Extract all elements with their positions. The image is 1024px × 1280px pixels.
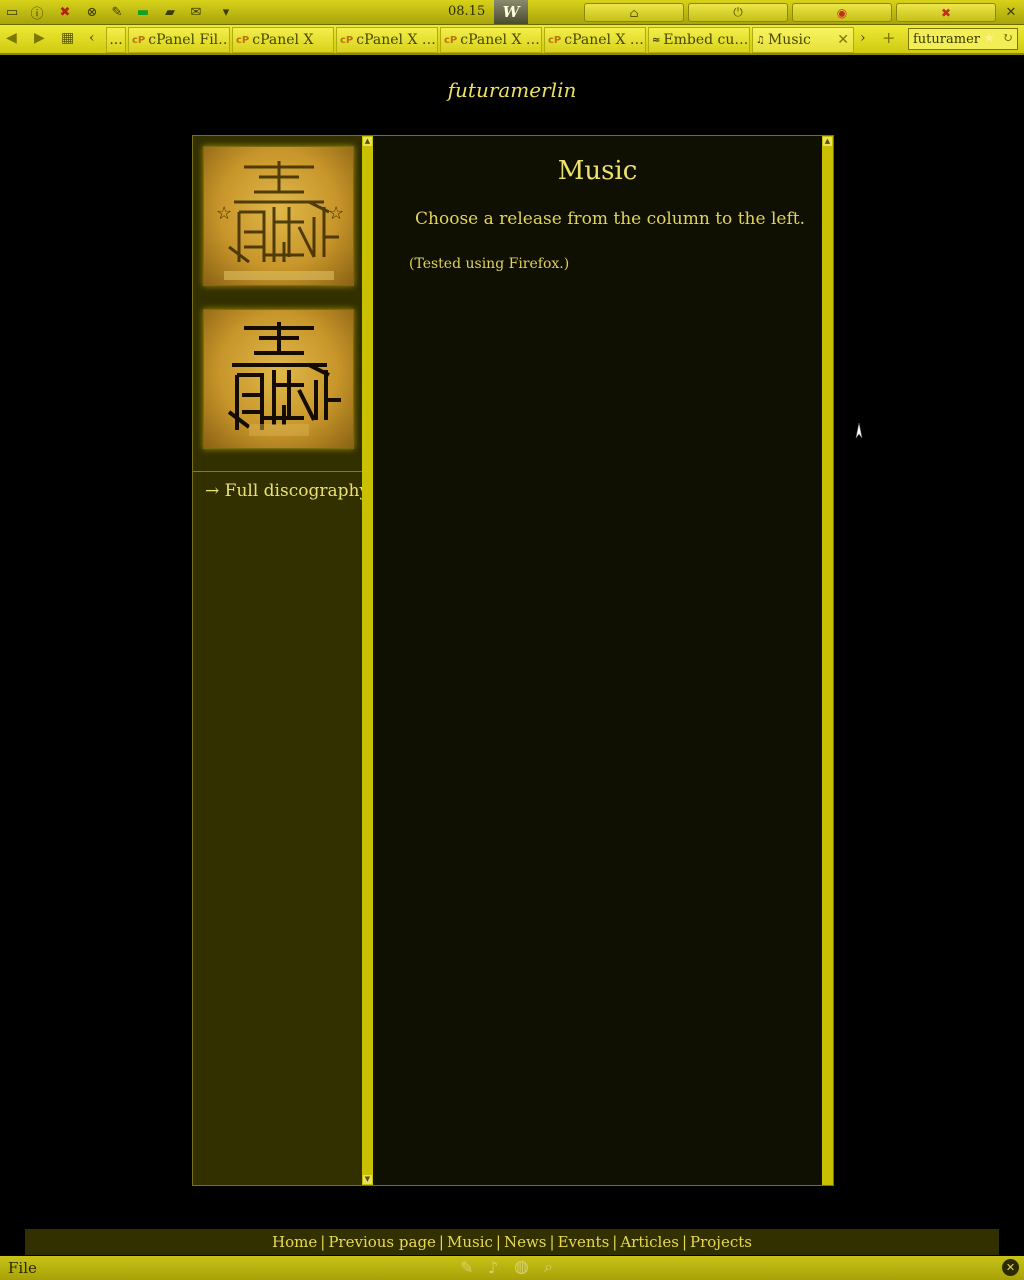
bookmark-star-icon[interactable]: ★: [983, 31, 995, 46]
home-icon: ⌂: [629, 5, 639, 20]
release-column-scrollbar[interactable]: ▲ ▼: [362, 136, 373, 1185]
scroll-tabs-left-icon[interactable]: ‹: [89, 30, 95, 46]
album-cover-2[interactable]: [203, 309, 354, 449]
chrome-icon: ◉: [836, 5, 848, 20]
folder-icon[interactable]: ▰: [160, 3, 180, 21]
url-field[interactable]: futuramer ★ ↻: [908, 28, 1018, 50]
search-icon[interactable]: ⌕: [544, 1257, 553, 1277]
music-favicon-icon: ♫: [756, 34, 765, 46]
sidebar-divider: [193, 471, 362, 472]
scroll-tabs-right-icon[interactable]: ›: [860, 30, 866, 46]
scroll-up-icon[interactable]: ▲: [363, 137, 372, 146]
power-button[interactable]: ⏻: [688, 3, 788, 22]
tab-cpanel-x-3[interactable]: cP cPanel X …: [440, 27, 542, 53]
main-content-scrollbar[interactable]: ▲: [822, 136, 833, 1185]
info-icon[interactable]: ⓘ: [28, 3, 46, 22]
footer-nav: Home | Previous page | Music | News | Events…: [25, 1229, 999, 1255]
cpanel-favicon-icon: cP: [444, 34, 458, 46]
full-discography-label: Full discography: [224, 481, 370, 501]
system-toolbar: ▭ ⓘ ✖ ⊗ ✎ ▬ ▰ ✉ ▾ 08.15 W ⌂ ⏻ ◉ ✖ ✕: [0, 0, 1024, 25]
power-icon: ⏻: [733, 5, 743, 19]
arrow-right-icon: →: [205, 481, 220, 501]
footer-link-music[interactable]: Music: [447, 1233, 493, 1251]
reload-icon[interactable]: ↻: [1002, 31, 1013, 46]
globe-icon[interactable]: ◍: [514, 1257, 529, 1277]
file-menu[interactable]: File: [8, 1259, 37, 1277]
cpanel-favicon-icon: cP: [132, 34, 146, 46]
mail-icon[interactable]: ✉: [186, 3, 206, 21]
intro-text: Choose a release from the column to the …: [415, 209, 805, 229]
tab-cpanel-file[interactable]: cP cPanel Fil…: [128, 27, 230, 53]
close-x-icon: ✖: [940, 5, 952, 20]
download-icon[interactable]: ⊗: [82, 3, 102, 21]
footer-link-projects[interactable]: Projects: [690, 1233, 752, 1251]
footer-link-articles[interactable]: Articles: [620, 1233, 679, 1251]
album-cover-1[interactable]: ☆ ☆: [203, 146, 354, 286]
scroll-up-icon[interactable]: ▲: [823, 137, 832, 146]
close-status-icon[interactable]: ✕: [1002, 1259, 1019, 1276]
edit-icon[interactable]: ✎: [108, 3, 126, 21]
music-note-icon[interactable]: ♪: [488, 1258, 498, 1277]
tab-bar: ◀ ▶ ▦ ‹ ... cP cPanel Fil… cP cPanel X cP c…: [0, 25, 1024, 55]
footer-link-events[interactable]: Events: [558, 1233, 610, 1251]
tab-cpanel-x-1[interactable]: cP cPanel X: [232, 27, 334, 53]
close-icon[interactable]: ✕: [1002, 3, 1020, 21]
clock: 08.15: [448, 4, 486, 19]
status-bar: File ✎ ♪ ◍ ⌕ ✕: [0, 1256, 1024, 1280]
cpanel-favicon-icon: cP: [548, 34, 562, 46]
close-tab-icon[interactable]: ✕: [837, 32, 849, 48]
svg-text:☆: ☆: [328, 203, 344, 224]
tab-cpanel-x-4[interactable]: cP cPanel X …: [544, 27, 646, 53]
album-cover-art-2: [227, 322, 341, 436]
pen-icon[interactable]: ✎: [460, 1258, 473, 1277]
scroll-down-icon[interactable]: ▼: [363, 1175, 372, 1184]
new-tab-icon[interactable]: +: [882, 28, 895, 47]
back-icon[interactable]: ◀: [6, 30, 17, 46]
embed-favicon-icon: ≈: [652, 34, 661, 46]
pointer-cursor-icon: [855, 422, 863, 439]
battery-icon: ▬: [136, 4, 150, 20]
footer-link-home[interactable]: Home: [272, 1233, 317, 1251]
w-app-icon[interactable]: W: [494, 0, 528, 24]
album-cover-art-1: ☆ ☆: [216, 161, 344, 280]
tab-embed[interactable]: ≈ Embed cu…: [648, 27, 750, 53]
tested-note: (Tested using Firefox.): [409, 256, 570, 272]
cpanel-favicon-icon: cP: [236, 34, 250, 46]
svg-text:☆: ☆: [216, 203, 232, 224]
tab-cpanel-x-2[interactable]: cP cPanel X …: [336, 27, 438, 53]
tab-music[interactable]: ♫ Music ✕: [752, 27, 854, 53]
main-content: Music Choose a release from the column t…: [373, 136, 822, 1185]
footer-link-previous-page[interactable]: Previous page: [328, 1233, 436, 1251]
home-button[interactable]: ⌂: [584, 3, 684, 22]
tab-overflow[interactable]: ...: [106, 27, 126, 53]
site-title[interactable]: futuramerlin: [0, 78, 1024, 102]
close-app-button[interactable]: ✖: [896, 3, 996, 22]
dropdown-icon[interactable]: ▾: [218, 3, 234, 21]
cpanel-favicon-icon: cP: [340, 34, 354, 46]
minimize-icon[interactable]: ▭: [4, 3, 20, 21]
full-discography-link[interactable]: → Full discography: [205, 481, 369, 501]
tab-grid-icon[interactable]: ▦: [61, 30, 74, 46]
footer-link-news[interactable]: News: [504, 1233, 547, 1251]
content-frame: ☆ ☆ → Full discography ▲ ▼ Music Choose …: [192, 135, 834, 1186]
forward-icon[interactable]: ▶: [34, 30, 45, 46]
tools-icon[interactable]: ✖: [54, 3, 76, 21]
page-heading: Music: [557, 156, 638, 186]
release-column: ☆ ☆ → Full discography: [193, 136, 369, 1185]
browser-button[interactable]: ◉: [792, 3, 892, 22]
